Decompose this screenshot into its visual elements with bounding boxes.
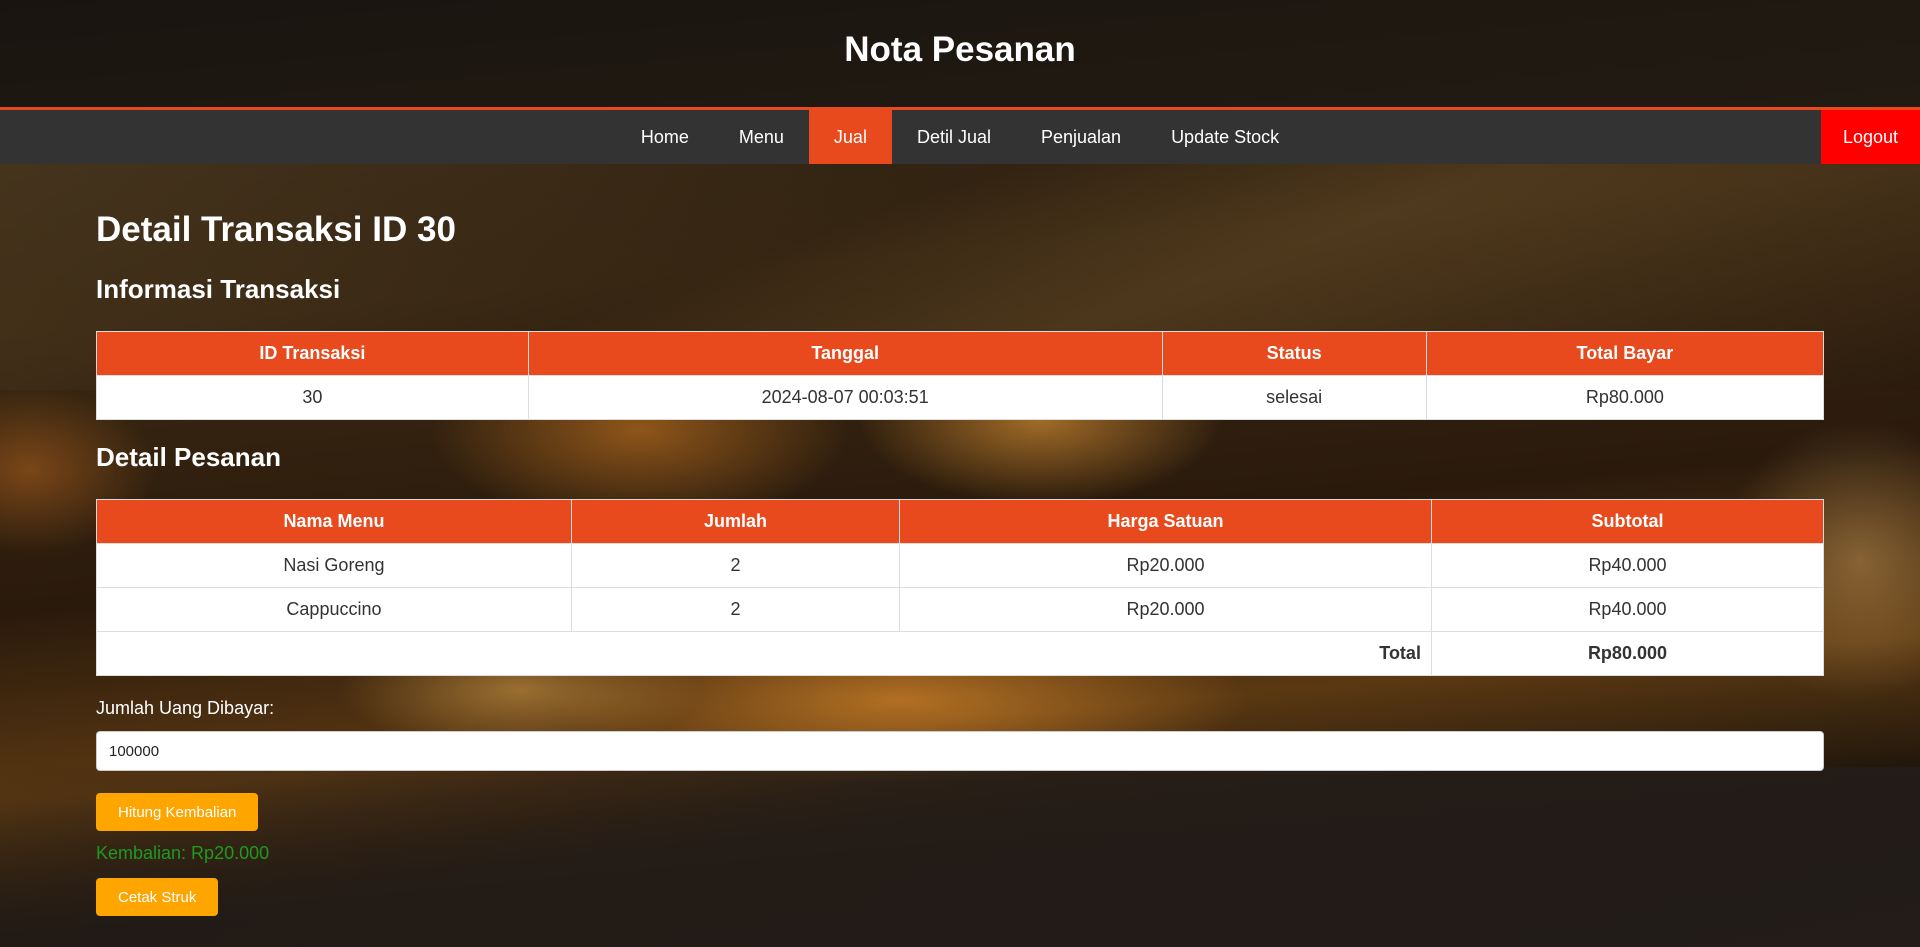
table-header-row: ID Transaksi Tanggal Status Total Bayar	[96, 331, 1825, 376]
column-header: Status	[1161, 331, 1427, 376]
unit-price-cell: Rp20.000	[899, 587, 1432, 632]
detail-section-title: Detail Pesanan	[96, 442, 281, 472]
subtotal-cell: Rp40.000	[1430, 543, 1825, 588]
site-header: Nota Pesanan	[0, 0, 1920, 110]
quantity-cell: 2	[570, 543, 901, 588]
amount-paid-input[interactable]	[96, 731, 1824, 771]
nav-update-stock[interactable]: Update Stock	[1146, 110, 1304, 164]
info-section-title: Informasi Transaksi	[96, 274, 341, 304]
total-row: Total Rp80.000	[96, 631, 1825, 676]
table-row: Nasi Goreng 2 Rp20.000 Rp40.000	[96, 543, 1825, 588]
column-header: Harga Satuan	[899, 499, 1432, 544]
column-header: Total Bayar	[1425, 331, 1825, 376]
column-header: ID Transaksi	[96, 331, 529, 376]
total-value: Rp80.000	[1430, 631, 1825, 676]
logout-button[interactable]: Logout	[1820, 110, 1920, 164]
main-navbar: Home Menu Jual Detil Jual Penjualan Upda…	[0, 110, 1920, 164]
site-title: Nota Pesanan	[844, 29, 1076, 69]
unit-price-cell: Rp20.000	[899, 543, 1432, 588]
table-row: Cappuccino 2 Rp20.000 Rp40.000	[96, 587, 1825, 632]
column-header: Subtotal	[1430, 499, 1825, 544]
table-header-row: Nama Menu Jumlah Harga Satuan Subtotal	[96, 499, 1825, 544]
subtotal-cell: Rp40.000	[1430, 587, 1825, 632]
nav-detil-jual[interactable]: Detil Jual	[892, 110, 1016, 164]
nav-menu[interactable]: Menu	[714, 110, 809, 164]
transaction-date-cell: 2024-08-07 00:03:51	[527, 375, 1163, 420]
quantity-cell: 2	[570, 587, 901, 632]
transaction-total-cell: Rp80.000	[1425, 375, 1825, 420]
table-row: 30 2024-08-07 00:03:51 selesai Rp80.000	[96, 375, 1825, 420]
column-header: Nama Menu	[96, 499, 572, 544]
calculate-change-button[interactable]: Hitung Kembalian	[96, 793, 259, 831]
nav-home[interactable]: Home	[616, 110, 714, 164]
menu-name-cell: Cappuccino	[96, 587, 572, 632]
total-label: Total	[96, 631, 1432, 676]
column-header: Jumlah	[570, 499, 901, 544]
transaction-id-cell: 30	[96, 375, 529, 420]
transaction-info-table: ID Transaksi Tanggal Status Total Bayar …	[96, 331, 1825, 420]
amount-paid-label: Jumlah Uang Dibayar:	[96, 698, 275, 718]
nav-penjualan[interactable]: Penjualan	[1016, 110, 1146, 164]
change-result-text: Kembalian: Rp20.000	[96, 843, 270, 863]
main-content: Detail Transaksi ID 30 Informasi Transak…	[0, 164, 1920, 916]
print-receipt-button[interactable]: Cetak Struk	[96, 878, 219, 916]
nav-jual[interactable]: Jual	[808, 110, 892, 164]
transaction-status-cell: selesai	[1161, 375, 1427, 420]
order-detail-table: Nama Menu Jumlah Harga Satuan Subtotal N…	[96, 499, 1825, 676]
column-header: Tanggal	[527, 331, 1163, 376]
menu-name-cell: Nasi Goreng	[96, 543, 572, 588]
page-title: Detail Transaksi ID 30	[96, 210, 456, 249]
